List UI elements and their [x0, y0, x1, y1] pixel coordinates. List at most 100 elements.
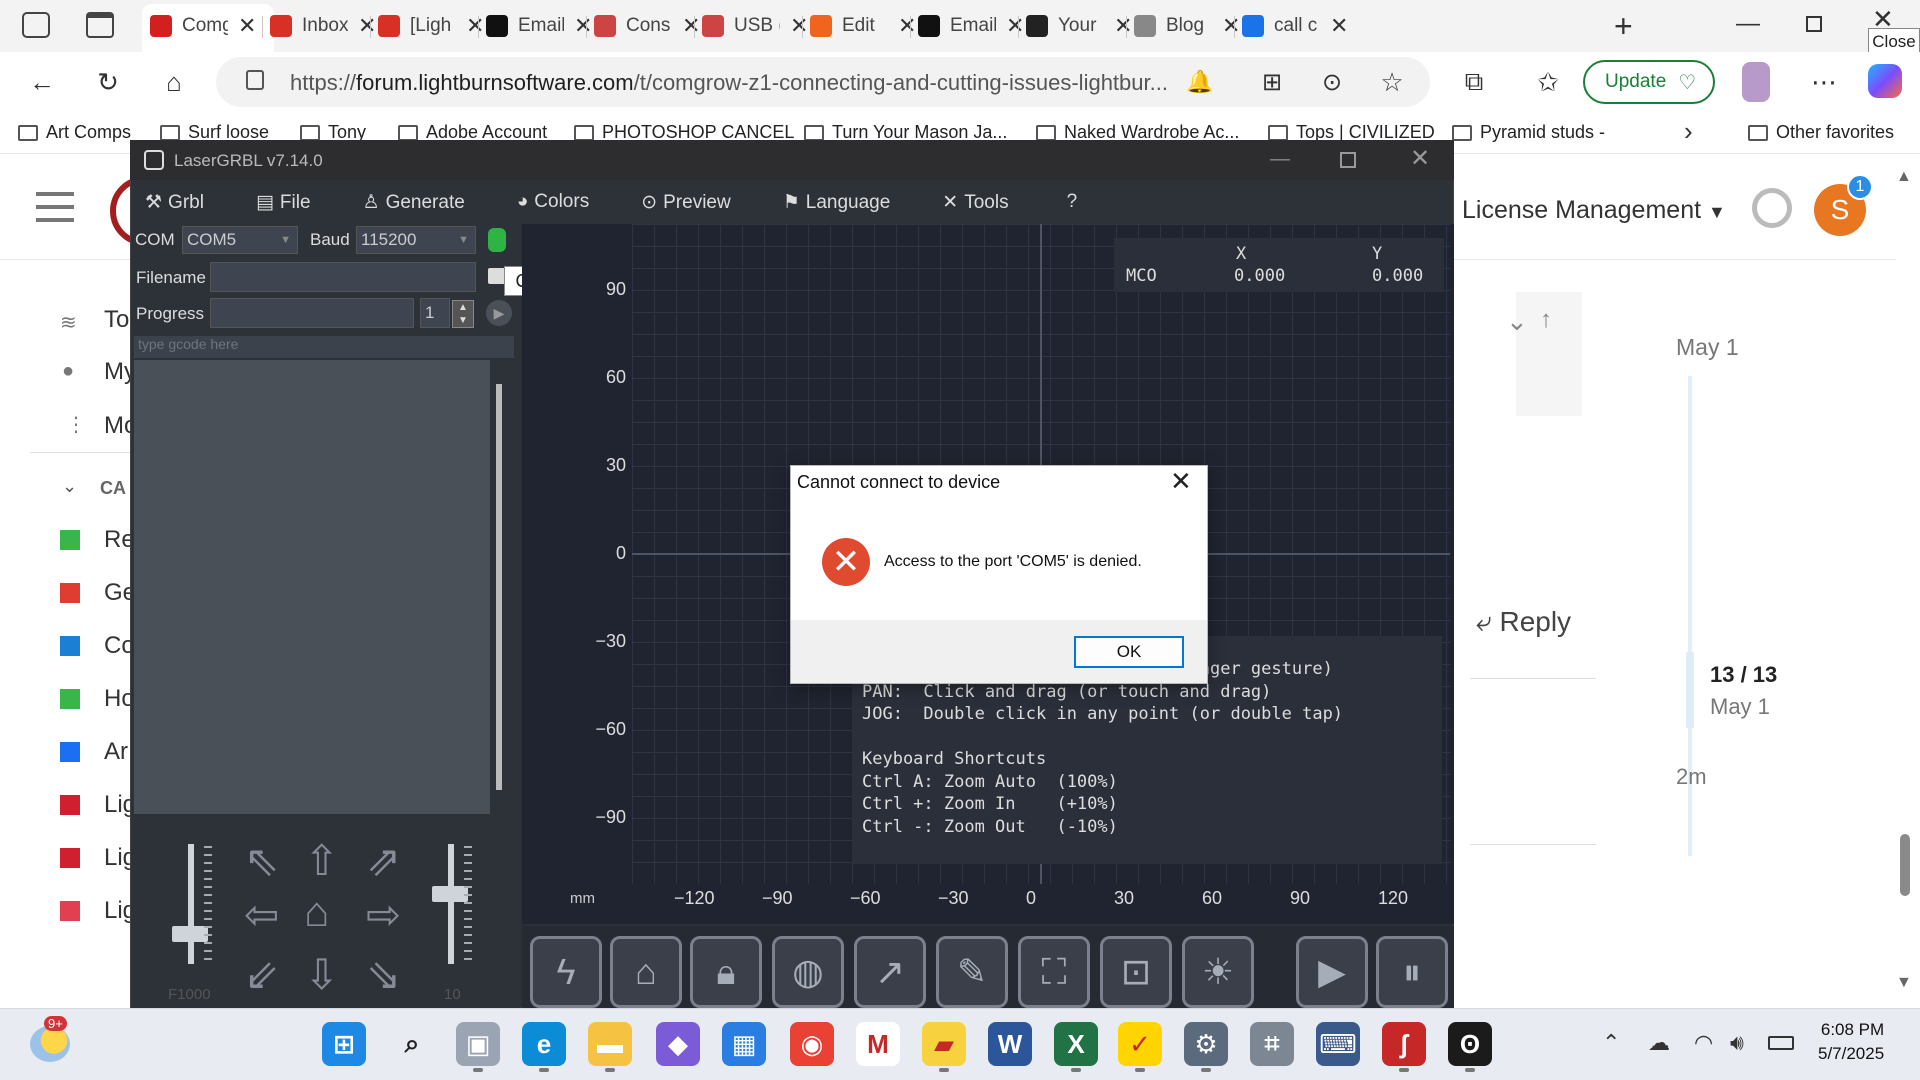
- app-available-icon[interactable]: ⊞: [1254, 64, 1290, 100]
- homing-icon[interactable]: ⌂: [610, 936, 682, 1008]
- speed-slider-track[interactable]: [188, 844, 194, 964]
- other-favorites-folder[interactable]: Other favorites: [1748, 122, 1894, 143]
- tab-close-icon[interactable]: ✕: [1006, 13, 1024, 39]
- menu-tools[interactable]: ✕ Tools: [942, 191, 1034, 214]
- network-tool-icon[interactable]: ⌗: [1250, 1022, 1294, 1066]
- sidebar-item-topics[interactable]: To: [104, 306, 129, 334]
- bookmark-item[interactable]: Pyramid studs -: [1452, 122, 1605, 143]
- update-button[interactable]: Update ♡: [1583, 60, 1715, 104]
- jog-up-left-icon[interactable]: ⇖: [244, 836, 279, 885]
- tab-3[interactable]: Email ✕: [486, 6, 592, 46]
- pass-count-stepper[interactable]: ▲ ▼: [452, 300, 474, 328]
- gcode-input[interactable]: type gcode here: [134, 336, 514, 358]
- back-icon[interactable]: ←: [24, 64, 60, 100]
- battery-icon[interactable]: [1768, 1036, 1794, 1050]
- com-port-select[interactable]: COM5 ▼: [182, 226, 298, 254]
- edge-icon[interactable]: e: [522, 1022, 566, 1066]
- center-icon[interactable]: ⊡: [1100, 936, 1172, 1008]
- tab-close-icon[interactable]: ✕: [1114, 13, 1132, 39]
- menu-language[interactable]: ⚑ Language: [783, 191, 917, 214]
- scroll-up-icon[interactable]: ▲: [1896, 168, 1912, 186]
- gmail-icon[interactable]: M: [856, 1022, 900, 1066]
- menu-colors[interactable]: ◕ Colors: [517, 191, 615, 213]
- menu-help[interactable]: ?: [1061, 191, 1104, 213]
- hamburger-menu-icon[interactable]: [36, 192, 74, 222]
- scroll-down-icon[interactable]: ▼: [1896, 974, 1912, 992]
- task-view-icon[interactable]: ▣: [456, 1022, 500, 1066]
- microsoft-365-icon[interactable]: ◆: [656, 1022, 700, 1066]
- tab-close-icon[interactable]: ✕: [898, 13, 916, 39]
- jog-left-icon[interactable]: ⇦: [244, 890, 279, 939]
- reply-button[interactable]: ⤶ Reply: [1476, 606, 1571, 639]
- flash-icon[interactable]: ϟ: [530, 936, 602, 1008]
- jog-home-icon[interactable]: ⌂: [304, 888, 329, 936]
- file-explorer-icon[interactable]: ▬: [588, 1022, 632, 1066]
- categories-heading[interactable]: CA: [100, 478, 126, 499]
- minimize-icon[interactable]: —: [1736, 10, 1760, 38]
- volume-icon[interactable]: 🔊︎: [1730, 1030, 1744, 1056]
- tab-9[interactable]: Blog ✕: [1134, 6, 1240, 46]
- tab-close-icon[interactable]: ✕: [466, 13, 484, 39]
- console-scrollbar[interactable]: [496, 384, 502, 790]
- collapse-chevron-icon[interactable]: ⌄: [1506, 306, 1528, 337]
- step-slider-track[interactable]: [448, 844, 454, 964]
- ok-button[interactable]: OK: [1074, 636, 1184, 668]
- step-slider-thumb[interactable]: [432, 886, 468, 902]
- bookmarks-overflow-chevron-icon[interactable]: ›: [1684, 116, 1693, 147]
- favorites-icon[interactable]: ✩: [1530, 64, 1566, 100]
- timeline-last-activity[interactable]: 2m: [1676, 764, 1707, 790]
- lasergrbl-close-icon[interactable]: ✕: [1410, 144, 1430, 173]
- scrollbar-thumb[interactable]: [1900, 834, 1910, 896]
- sticky-notes-icon[interactable]: ▰: [922, 1022, 966, 1066]
- user-button-1-icon[interactable]: ↗: [854, 936, 926, 1008]
- tab-6[interactable]: Edit ✕: [810, 6, 916, 46]
- lasergrbl-maximize-icon[interactable]: [1340, 152, 1356, 168]
- stop-icon[interactable]: ⏸: [1376, 936, 1448, 1008]
- tab-5[interactable]: USB (✕: [702, 6, 808, 46]
- site-info-lock-icon[interactable]: [246, 70, 264, 90]
- user-button-2-icon[interactable]: ✎: [936, 936, 1008, 1008]
- baud-rate-select[interactable]: 115200 ▼: [356, 226, 476, 254]
- workspaces-icon[interactable]: [22, 12, 50, 38]
- menu-generate[interactable]: ♙ Generate: [363, 191, 491, 214]
- tab-close-icon[interactable]: ✕: [358, 13, 376, 39]
- weather-icon[interactable]: [30, 1026, 70, 1062]
- copilot-icon[interactable]: [1868, 64, 1902, 98]
- timeline-handle[interactable]: [1686, 652, 1694, 728]
- onedrive-cloud-icon[interactable]: ☁: [1648, 1030, 1670, 1056]
- tab-close-icon[interactable]: ✕: [238, 13, 256, 39]
- run-icon[interactable]: ▶: [486, 300, 512, 326]
- dialog-close-icon[interactable]: ✕: [1170, 466, 1192, 497]
- tab-4[interactable]: Cons ✕: [594, 6, 700, 46]
- jog-down-icon[interactable]: ⇩: [304, 950, 339, 999]
- refresh-icon[interactable]: ↻: [90, 64, 126, 100]
- microsoft-store-icon[interactable]: ▦: [722, 1022, 766, 1066]
- menu-preview[interactable]: ⊙ Preview: [641, 191, 757, 214]
- extensions-icon[interactable]: ⧉: [1456, 64, 1492, 100]
- restore-icon[interactable]: [1806, 16, 1822, 32]
- wifi-icon[interactable]: ◠: [1694, 1030, 1713, 1056]
- tab-close-icon[interactable]: ✕: [574, 13, 592, 39]
- jog-up-icon[interactable]: ⇧: [304, 836, 339, 885]
- tab-7[interactable]: Email ✕: [918, 6, 1024, 46]
- new-tab-button[interactable]: +: [1614, 8, 1633, 45]
- settings-icon[interactable]: ⚙: [1184, 1022, 1228, 1066]
- settings-more-icon[interactable]: ⋯: [1806, 64, 1842, 100]
- globe-position-icon[interactable]: ◍: [772, 936, 844, 1008]
- profile-avatar[interactable]: [1742, 62, 1770, 102]
- jog-down-left-icon[interactable]: ⇙: [244, 950, 279, 999]
- favorite-star-icon[interactable]: ☆: [1374, 64, 1410, 100]
- timeline-start-date[interactable]: May 1: [1676, 334, 1739, 361]
- search-icon[interactable]: [1752, 188, 1792, 228]
- connect-plug-icon[interactable]: [488, 228, 506, 252]
- arrow-up-icon[interactable]: ↑: [1540, 306, 1552, 334]
- lightburn-icon[interactable]: ʃ: [1382, 1022, 1426, 1066]
- url-text[interactable]: https://forum.lightburnsoftware.com/t/co…: [290, 70, 1168, 96]
- tab-close-icon[interactable]: ✕: [1330, 13, 1348, 39]
- tab-8[interactable]: Your ✕: [1026, 6, 1132, 46]
- jog-up-right-icon[interactable]: ⇗: [366, 836, 401, 885]
- search-icon[interactable]: ⌕: [390, 1022, 434, 1066]
- lasergrbl-minimize-icon[interactable]: —: [1270, 148, 1290, 171]
- notification-bell-icon[interactable]: 🔔: [1182, 64, 1218, 100]
- show-hidden-icons-chevron-icon[interactable]: ⌃: [1602, 1030, 1620, 1056]
